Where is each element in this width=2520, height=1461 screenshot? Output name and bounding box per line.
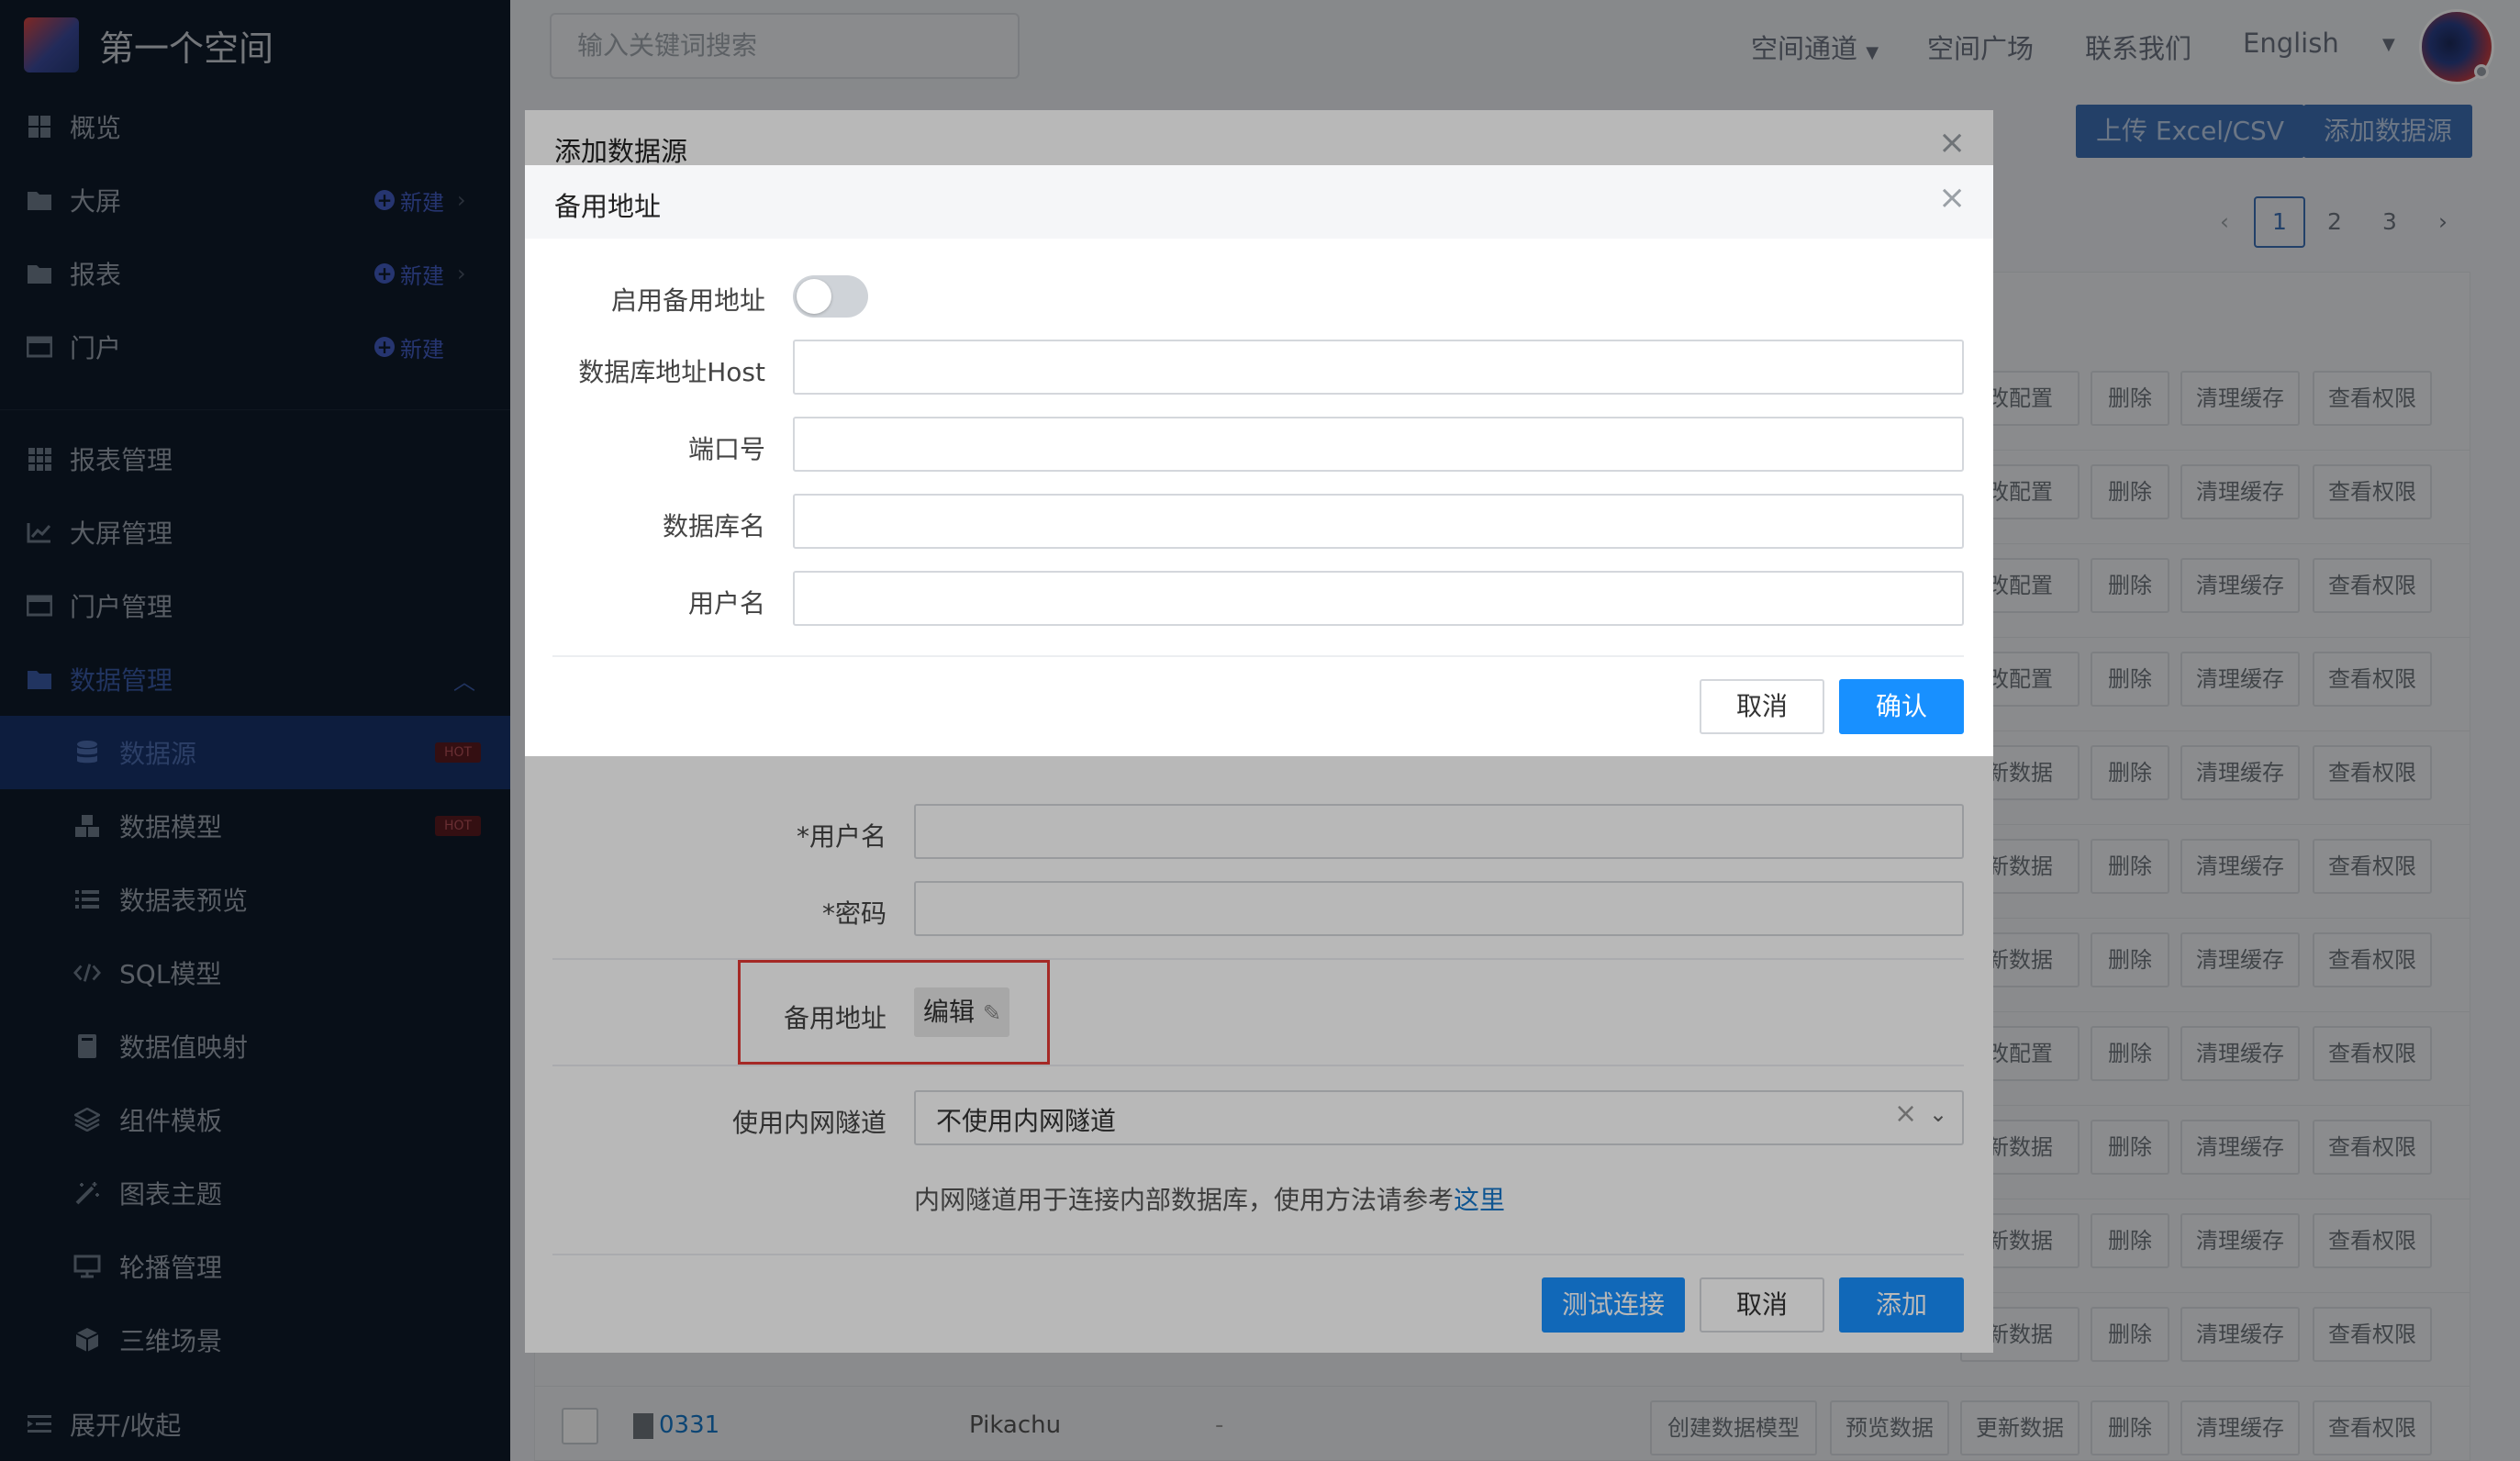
inner-dialog-header xyxy=(525,165,1993,239)
host-field[interactable] xyxy=(793,340,1964,395)
port-label: 端口号 xyxy=(687,434,765,464)
inner-cancel-button[interactable]: 取消 xyxy=(1700,679,1824,734)
inner-username-field[interactable] xyxy=(793,571,1964,626)
enable-backup-label: 启用备用地址 xyxy=(610,285,765,316)
inner-dialog-title: 备用地址 xyxy=(554,191,662,222)
database-name-label: 数据库名 xyxy=(662,511,765,541)
close-icon[interactable]: × xyxy=(1938,182,1966,215)
inner-username-label: 用户名 xyxy=(687,588,765,619)
database-name-field[interactable] xyxy=(793,494,1964,549)
enable-backup-toggle[interactable] xyxy=(793,275,868,318)
divider xyxy=(552,655,1964,657)
toggle-knob xyxy=(797,279,831,314)
port-field[interactable] xyxy=(793,417,1964,472)
confirm-button[interactable]: 确认 xyxy=(1839,679,1964,734)
host-label: 数据库地址Host xyxy=(578,357,765,387)
